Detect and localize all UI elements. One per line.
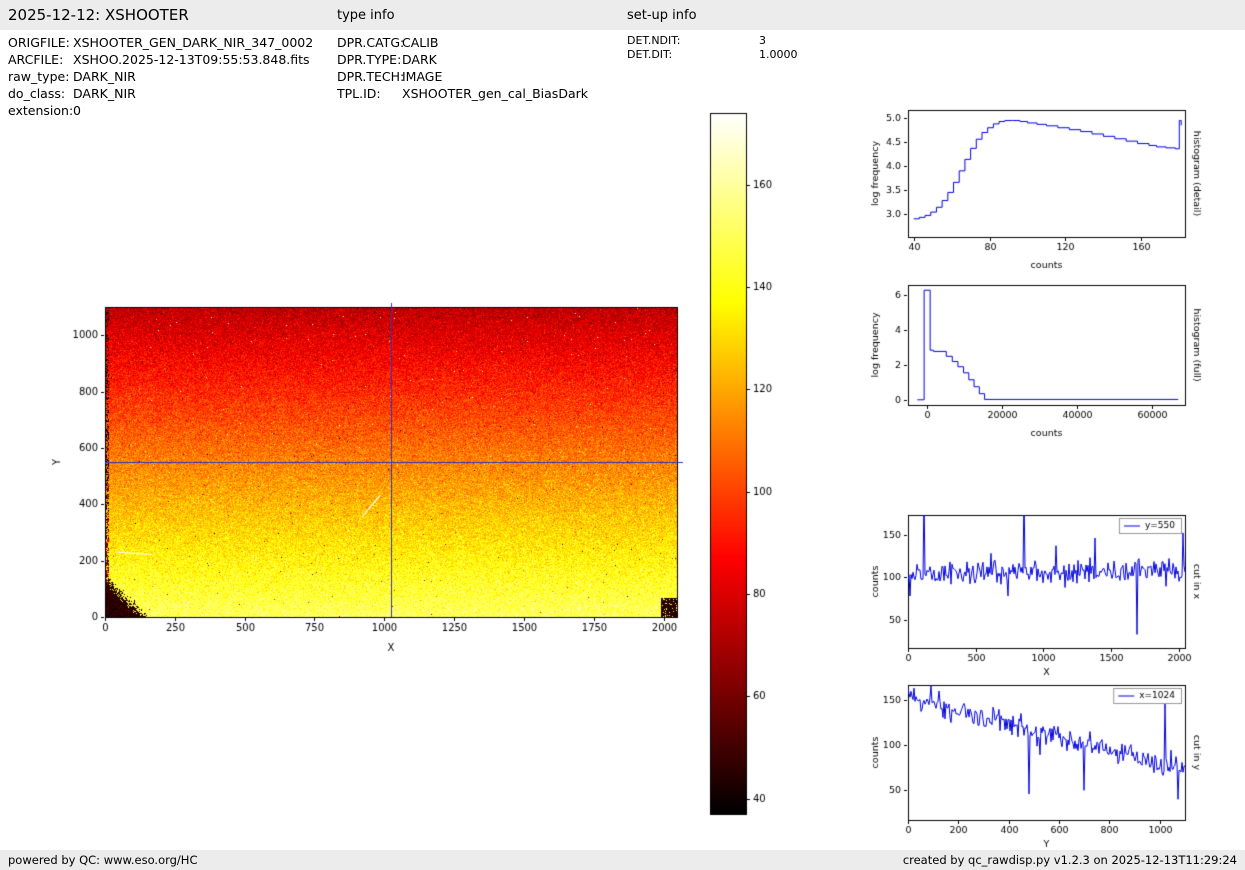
info-row: DET.NDIT:3 [627, 34, 798, 48]
info-value: XSHOOTER_gen_cal_BiasDark [402, 86, 588, 101]
cut-in-x-plot [855, 500, 1220, 678]
info-value: IMAGE [402, 69, 442, 84]
setup-info-heading: set-up info [627, 8, 697, 23]
info-row: TPL.ID:XSHOOTER_gen_cal_BiasDark [337, 85, 588, 102]
info-value: DARK_NIR [73, 69, 136, 84]
info-row: ARCFILE:XSHOO.2025-12-13T09:55:53.848.fi… [8, 51, 313, 68]
info-value: DARK_NIR [73, 86, 136, 101]
info-label: DPR.CATG: [337, 34, 402, 51]
info-value: XSHOO.2025-12-13T09:55:53.848.fits [73, 52, 310, 67]
info-row: DPR.CATG:CALIB [337, 34, 588, 51]
info-row: ORIGFILE:XSHOOTER_GEN_DARK_NIR_347_0002 [8, 34, 313, 51]
histogram-full-plot [855, 270, 1220, 450]
header-bar: 2025-12-12: XSHOOTER type info set-up in… [0, 0, 1245, 30]
info-label: TPL.ID: [337, 85, 402, 102]
info-label: ORIGFILE: [8, 34, 73, 51]
footer-created-by: created by qc_rawdisp.py v1.2.3 on 2025-… [903, 853, 1237, 867]
info-row: DPR.TYPE:DARK [337, 51, 588, 68]
file-info-block: ORIGFILE:XSHOOTER_GEN_DARK_NIR_347_0002 … [8, 34, 313, 119]
info-label: DPR.TECH: [337, 68, 402, 85]
info-row: extension:0 [8, 102, 313, 119]
info-value: 3 [759, 34, 766, 47]
type-info-block: DPR.CATG:CALIB DPR.TYPE:DARK DPR.TECH:IM… [337, 34, 588, 102]
info-label: raw_type: [8, 68, 73, 85]
info-value: CALIB [402, 35, 439, 50]
info-row: do_class:DARK_NIR [8, 85, 313, 102]
page-title: 2025-12-12: XSHOOTER [8, 6, 189, 24]
info-label: DPR.TYPE: [337, 51, 402, 68]
info-label: extension: [8, 102, 73, 119]
qc-report-page: 2025-12-12: XSHOOTER type info set-up in… [0, 0, 1245, 870]
info-value: 0 [73, 103, 81, 118]
detector-image [40, 293, 700, 665]
info-row: raw_type:DARK_NIR [8, 68, 313, 85]
info-value: XSHOOTER_GEN_DARK_NIR_347_0002 [73, 35, 313, 50]
info-row: DET.DIT:1.0000 [627, 48, 798, 62]
cut-in-y-plot [855, 678, 1220, 850]
info-label: do_class: [8, 85, 73, 102]
footer-powered-by: powered by QC: www.eso.org/HC [8, 853, 197, 867]
type-info-heading: type info [337, 8, 395, 23]
info-label: DET.DIT: [627, 48, 759, 62]
footer-bar: powered by QC: www.eso.org/HC created by… [0, 850, 1245, 870]
info-value: 1.0000 [759, 48, 798, 61]
info-label: DET.NDIT: [627, 34, 759, 48]
info-row: DPR.TECH:IMAGE [337, 68, 588, 85]
colorbar [700, 105, 792, 820]
setup-info-block: DET.NDIT:3 DET.DIT:1.0000 [627, 34, 798, 61]
info-label: ARCFILE: [8, 51, 73, 68]
info-value: DARK [402, 52, 437, 67]
histogram-detail-plot [855, 95, 1220, 280]
